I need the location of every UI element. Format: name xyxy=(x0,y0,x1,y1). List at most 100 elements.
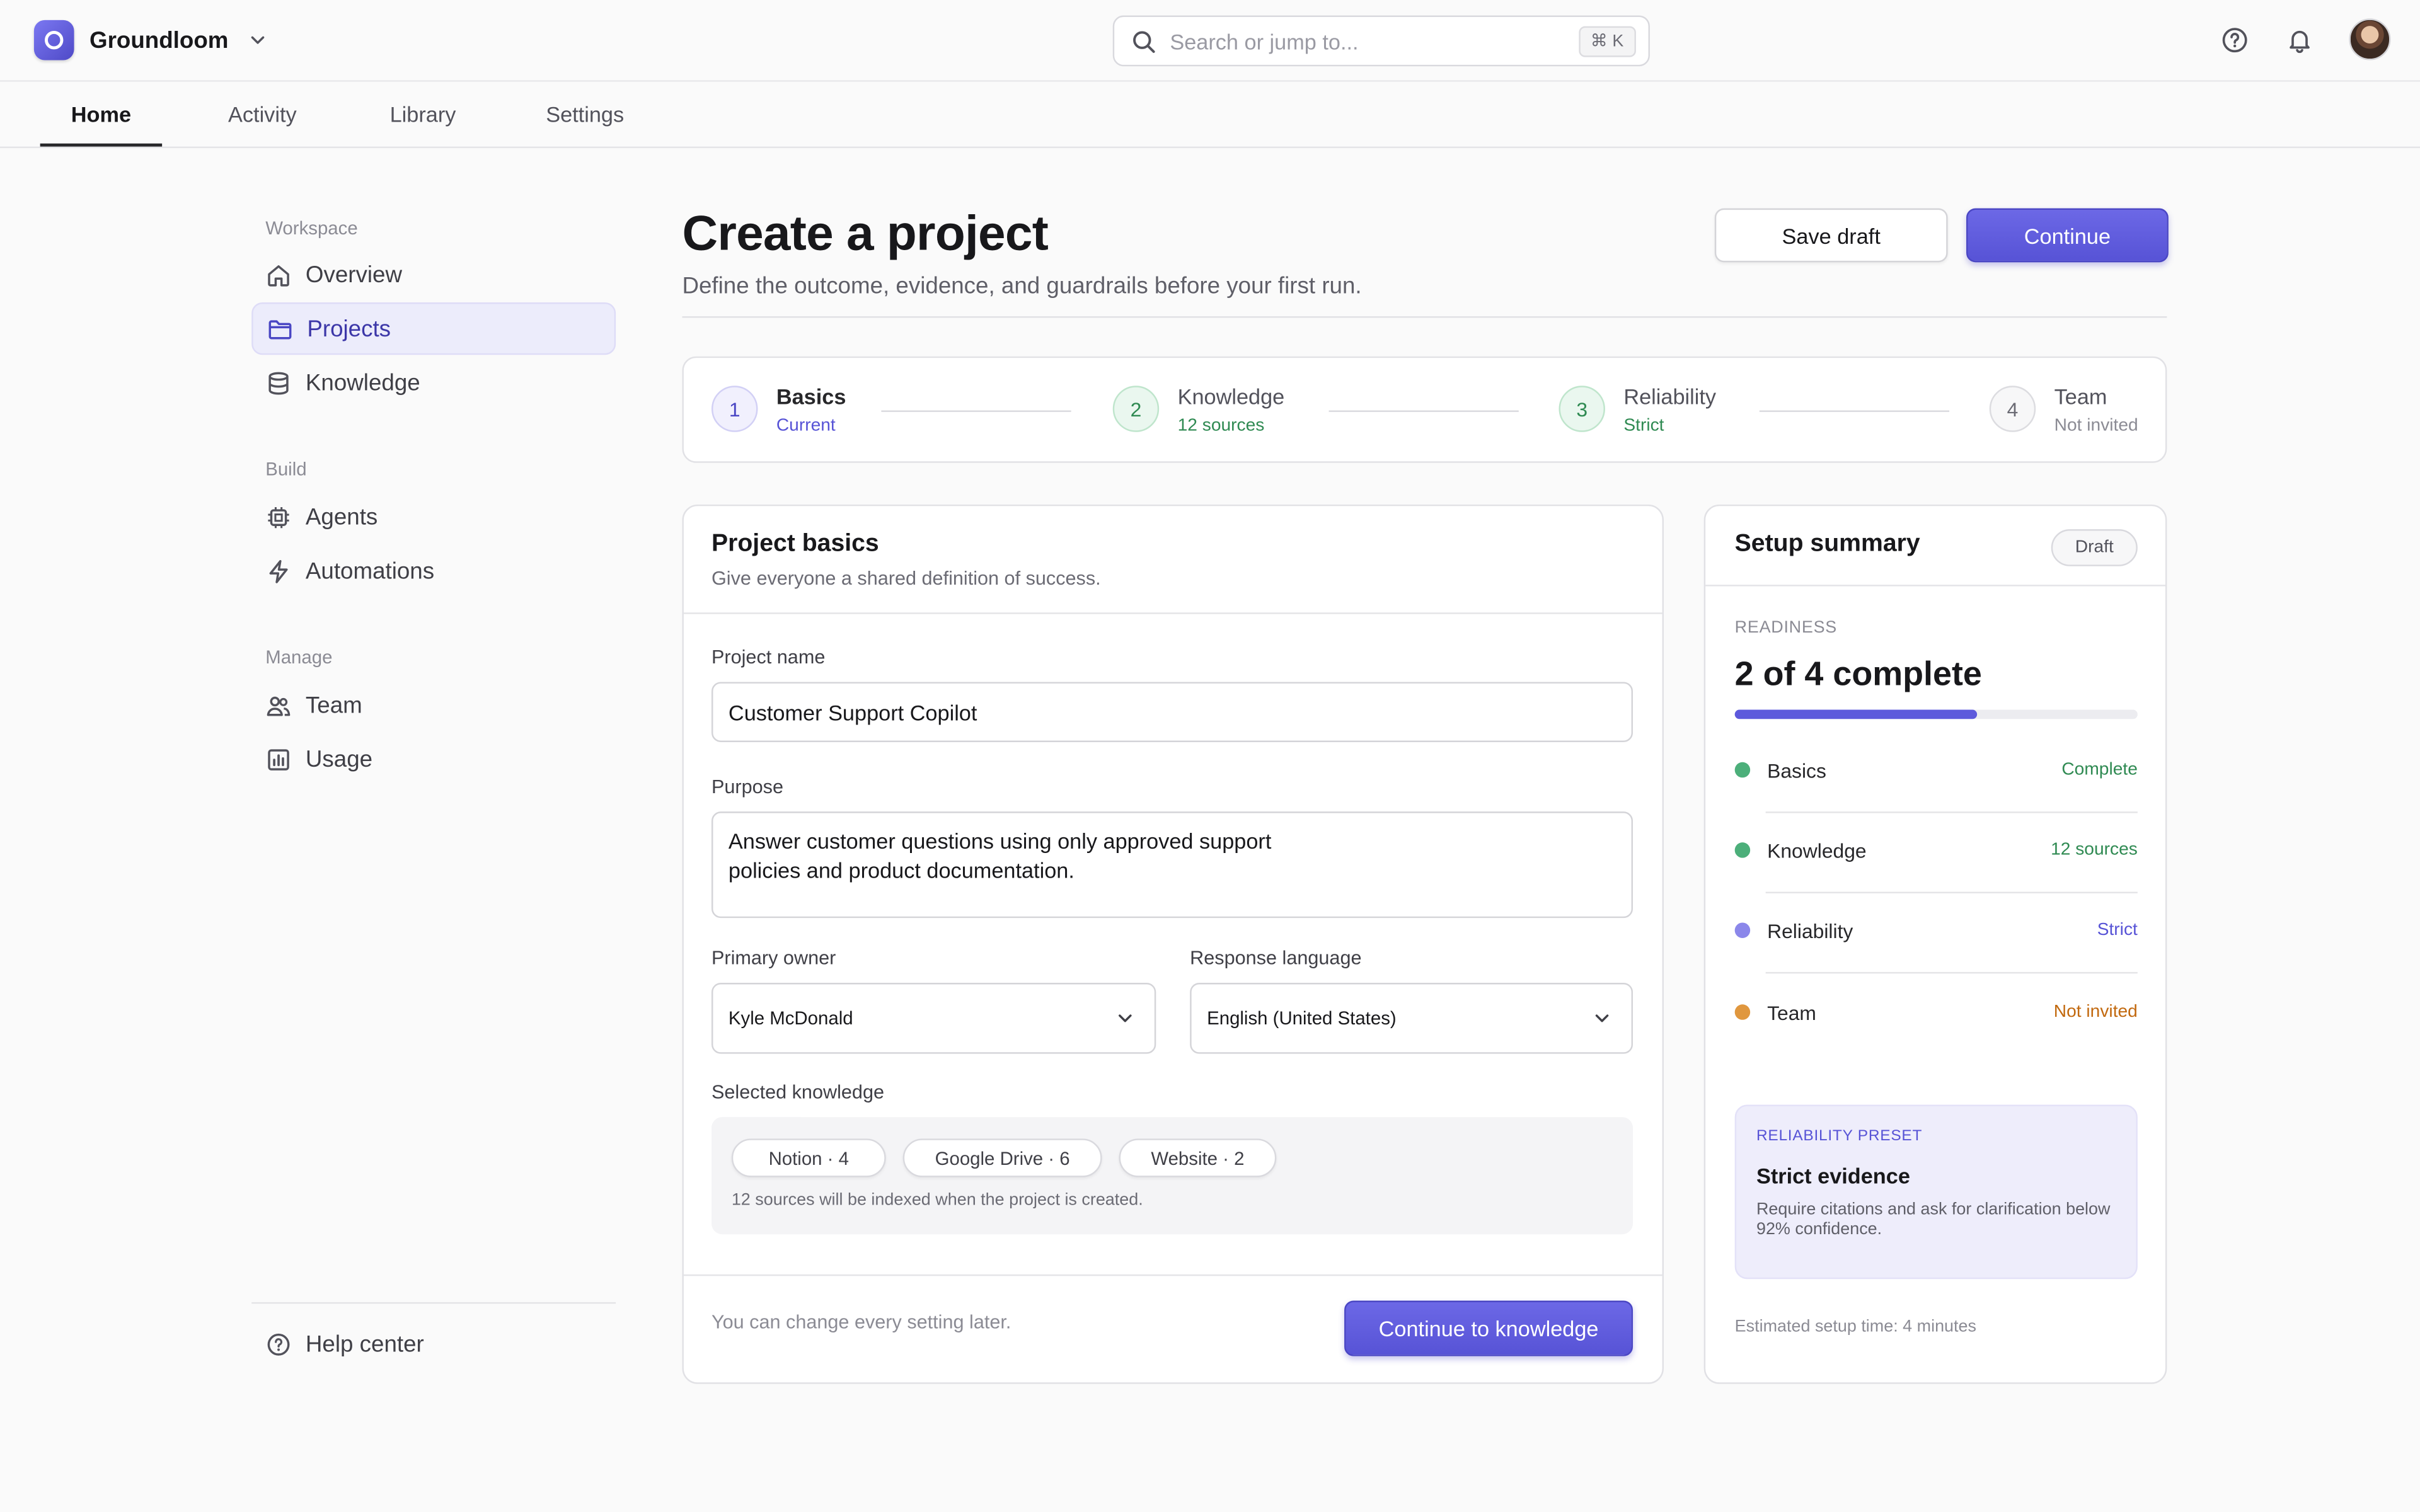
sidebar-item-label: Knowledge xyxy=(305,369,420,396)
step-status: Strict xyxy=(1623,416,1664,435)
sidebar-item-label: Automations xyxy=(305,558,435,584)
step-status: 12 sources xyxy=(1177,416,1265,435)
reliability-preset-title: Strict evidence xyxy=(1756,1163,1910,1188)
save-draft-button[interactable]: Save draft xyxy=(1714,208,1948,263)
search-shortcut-hint: ⌘ K xyxy=(1578,26,1636,57)
readiness-progress-fill xyxy=(1734,709,1977,719)
step-number: 2 xyxy=(1112,386,1160,432)
top-bar: Groundloom ⌘ K xyxy=(0,0,2420,82)
status-dot xyxy=(1734,1004,1751,1020)
selected-knowledge-label: Selected knowledge xyxy=(711,1081,885,1104)
step-basics[interactable]: 1 Basics Current xyxy=(711,384,846,435)
summary-divider xyxy=(1765,891,2138,893)
sidebar-item-overview[interactable]: Overview xyxy=(251,248,616,301)
summary-row-name: Knowledge xyxy=(1767,839,1867,862)
card-footer-divider xyxy=(683,1274,1662,1276)
step-title: Basics xyxy=(776,384,846,409)
step-connector xyxy=(881,410,1071,412)
continue-button[interactable]: Continue xyxy=(1966,208,2169,263)
primary-owner-select[interactable]: Kyle McDonald xyxy=(711,983,1156,1054)
tab-home[interactable]: Home xyxy=(40,82,163,147)
step-number: 1 xyxy=(711,386,758,432)
step-title: Knowledge xyxy=(1177,384,1285,409)
step-team[interactable]: 4 Team Not invited xyxy=(1989,384,2138,435)
search-icon xyxy=(1133,30,1155,52)
sidebar-item-agents[interactable]: Agents xyxy=(251,491,616,543)
reliability-preset-description: Require citations and ask for clarificat… xyxy=(1756,1200,2111,1239)
status-dot xyxy=(1734,842,1751,858)
project-basics-card xyxy=(682,504,1664,1384)
summary-row-knowledge[interactable]: Knowledge 12 sources xyxy=(1734,835,2138,866)
app-window: Groundloom ⌘ K Home Activity Library Set… xyxy=(0,0,2420,1512)
folder-icon xyxy=(268,319,292,339)
primary-owner-label: Primary owner xyxy=(711,947,836,969)
workspace-switcher[interactable]: Groundloom xyxy=(33,20,268,60)
summary-row-team[interactable]: Team Not invited xyxy=(1734,997,2138,1028)
summary-row-name: Reliability xyxy=(1767,919,1853,942)
summary-row-basics[interactable]: Basics Complete xyxy=(1734,755,2138,786)
main-tabs: Home Activity Library Settings xyxy=(0,81,2420,149)
draft-status-badge: Draft xyxy=(2051,529,2138,566)
tab-library[interactable]: Library xyxy=(374,82,473,147)
step-knowledge[interactable]: 2 Knowledge 12 sources xyxy=(1112,384,1285,435)
app-name: Groundloom xyxy=(89,26,229,54)
chevron-down-icon xyxy=(1595,1014,1609,1022)
chevron-down-icon xyxy=(251,36,265,44)
status-dot xyxy=(1734,762,1751,778)
sidebar-item-help-center[interactable]: Help center xyxy=(251,1317,616,1370)
sidebar-item-knowledge[interactable]: Knowledge xyxy=(251,357,616,409)
primary-owner-value: Kyle McDonald xyxy=(728,1007,853,1029)
sidebar-divider xyxy=(251,1302,616,1304)
purpose-textarea[interactable]: Answer customer questions using only app… xyxy=(711,811,1634,919)
step-reliability[interactable]: 3 Reliability Strict xyxy=(1559,385,1716,435)
sidebar-section-manage: Manage xyxy=(265,646,333,668)
tab-settings[interactable]: Settings xyxy=(531,82,638,147)
status-dot xyxy=(1734,922,1751,938)
step-number: 3 xyxy=(1559,386,1605,432)
sidebar-item-label: Agents xyxy=(305,503,378,530)
user-avatar[interactable] xyxy=(2349,18,2391,60)
summary-row-status: Complete xyxy=(2061,760,2138,779)
help-circle-icon xyxy=(267,1332,290,1355)
purpose-label: Purpose xyxy=(711,776,784,798)
search-bar[interactable]: ⌘ K xyxy=(1112,15,1650,67)
page-subtitle: Define the outcome, evidence, and guardr… xyxy=(682,273,1362,300)
continue-to-knowledge-button[interactable]: Continue to knowledge xyxy=(1344,1300,1634,1356)
readiness-progress-bar xyxy=(1734,709,2138,719)
project-basics-title: Project basics xyxy=(711,530,879,558)
header-divider xyxy=(682,316,2167,318)
sidebar-section-build: Build xyxy=(265,458,307,480)
project-name-label: Project name xyxy=(711,646,826,668)
project-name-input[interactable] xyxy=(711,682,1634,742)
app-logo-icon xyxy=(33,20,74,60)
reliability-preset-panel[interactable]: RELIABILITY PRESET Strict evidence Requi… xyxy=(1734,1104,2138,1280)
response-language-label: Response language xyxy=(1190,947,1362,969)
search-input[interactable] xyxy=(1170,28,1572,54)
sidebar-item-automations[interactable]: Automations xyxy=(251,544,616,597)
sidebar-item-projects[interactable]: Projects xyxy=(251,302,616,355)
home-icon xyxy=(268,264,289,286)
top-actions xyxy=(2220,18,2391,60)
step-status: Not invited xyxy=(2054,416,2138,435)
knowledge-chip-google-drive[interactable]: Google Drive · 6 xyxy=(902,1138,1102,1177)
card-header-divider xyxy=(683,612,1662,614)
summary-row-status: Strict xyxy=(2097,921,2138,940)
knowledge-chip-notion[interactable]: Notion · 4 xyxy=(731,1138,886,1177)
summary-divider xyxy=(1765,811,2138,813)
project-basics-subtitle: Give everyone a shared definition of suc… xyxy=(711,568,1101,590)
tab-activity[interactable]: Activity xyxy=(210,82,315,147)
reliability-preset-label: RELIABILITY PRESET xyxy=(1756,1128,1923,1145)
sidebar-item-team[interactable]: Team xyxy=(251,679,616,731)
chip-icon xyxy=(268,506,289,528)
help-icon[interactable] xyxy=(2220,24,2250,55)
notifications-bell-icon[interactable] xyxy=(2285,24,2315,55)
step-title: Team xyxy=(2054,384,2107,409)
summary-row-reliability[interactable]: Reliability Strict xyxy=(1734,915,2138,946)
knowledge-chip-website[interactable]: Website · 2 xyxy=(1119,1138,1277,1177)
bar-chart-icon xyxy=(268,748,289,770)
response-language-select[interactable]: English (United States) xyxy=(1190,983,1634,1054)
sidebar-item-usage[interactable]: Usage xyxy=(251,733,616,785)
step-status: Current xyxy=(776,416,836,435)
database-icon xyxy=(268,371,289,394)
sidebar-section-workspace: Workspace xyxy=(265,217,358,239)
